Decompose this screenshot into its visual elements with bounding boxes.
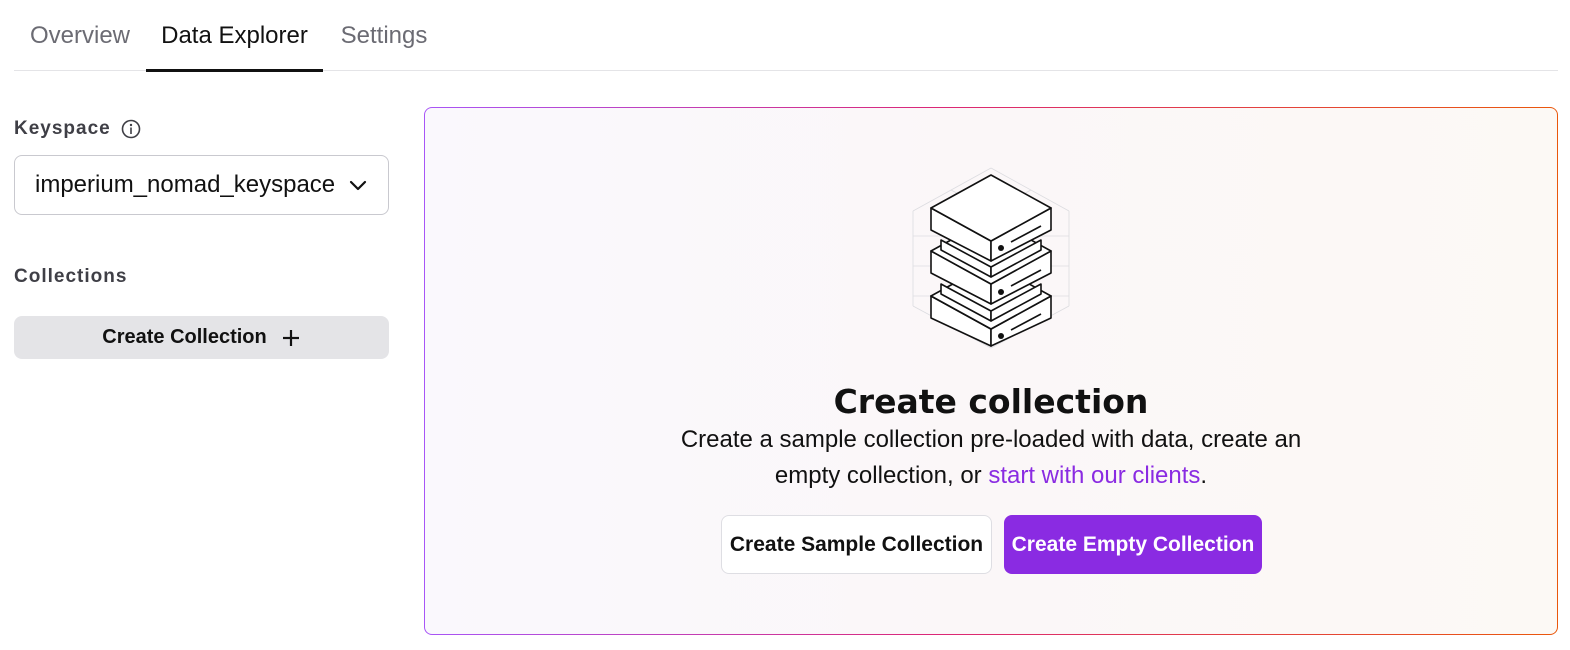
create-sample-collection-button[interactable]: Create Sample Collection: [721, 515, 992, 574]
keyspace-label: Keyspace: [14, 118, 141, 140]
tab-settings[interactable]: Settings: [323, 0, 445, 71]
info-icon[interactable]: [121, 119, 141, 139]
panel-title: Create collection: [833, 382, 1149, 421]
keyspace-label-text: Keyspace: [14, 118, 111, 139]
keyspace-select[interactable]: imperium_nomad_keyspace: [14, 155, 389, 215]
collections-label: Collections: [14, 266, 128, 287]
tab-bar: Overview Data Explorer Settings: [14, 0, 1558, 72]
description-suffix: .: [1200, 462, 1208, 489]
clients-link[interactable]: start with our clients: [988, 462, 1200, 489]
create-empty-collection-button[interactable]: Create Empty Collection: [1004, 515, 1262, 574]
create-collection-label: Create Collection: [102, 326, 267, 348]
plus-icon: [282, 329, 299, 346]
chevron-down-icon: [349, 180, 367, 191]
create-collection-panel: Create collection Create a sample collec…: [424, 107, 1558, 635]
server-stack-icon: [912, 167, 1070, 349]
keyspace-select-value: imperium_nomad_keyspace: [35, 171, 336, 198]
create-collection-panel-body: Create collection Create a sample collec…: [425, 108, 1557, 634]
tab-overview[interactable]: Overview: [14, 0, 146, 71]
tab-data-explorer[interactable]: Data Explorer: [146, 0, 323, 72]
create-collection-button[interactable]: Create Collection: [14, 316, 389, 359]
panel-description: Create a sample collection pre-loaded wi…: [673, 422, 1309, 494]
